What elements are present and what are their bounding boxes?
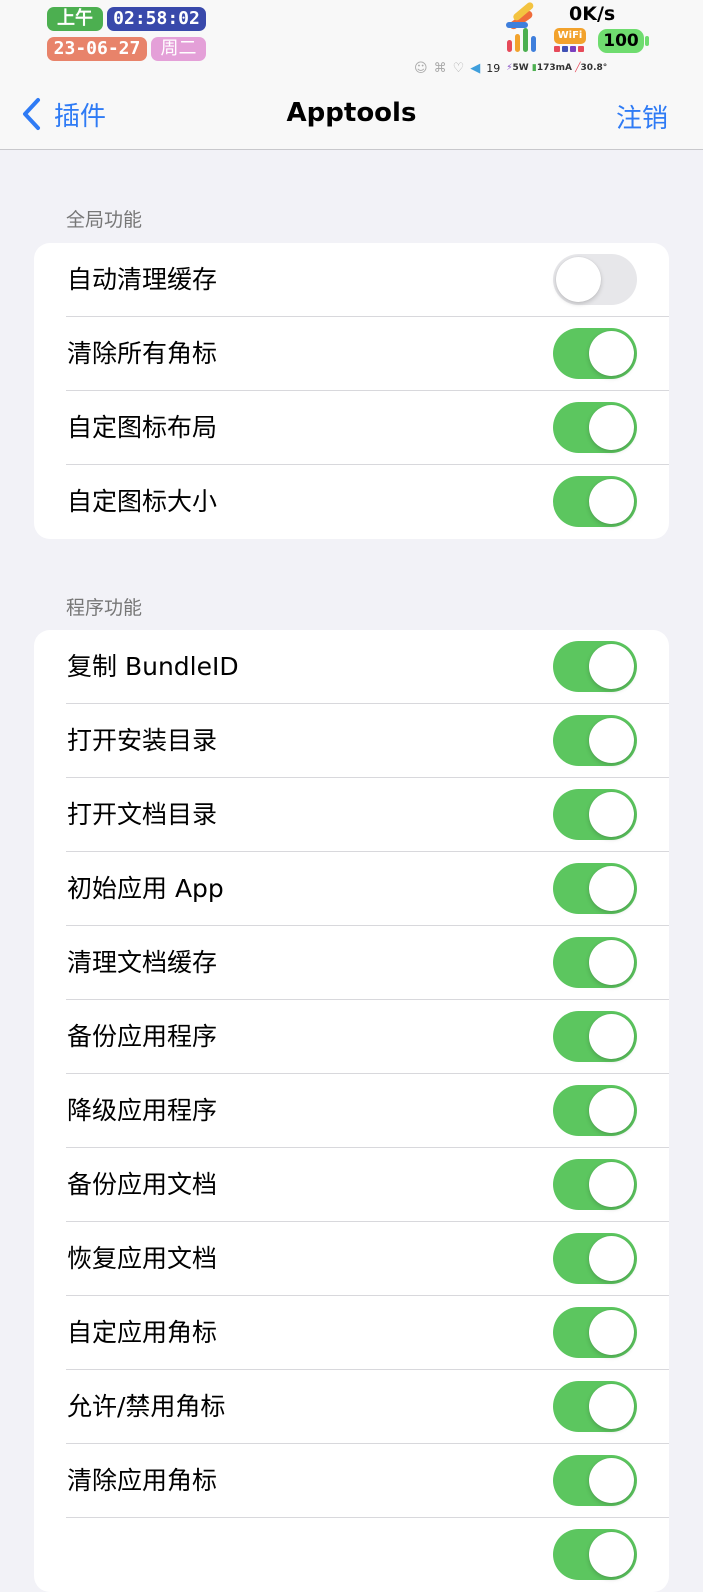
setting-row: 允许/禁用角标 (34, 1370, 669, 1444)
status-bar: 上午 02:58:02 23-06-27 周二 0K/s WiFi 100 ☺ … (0, 0, 703, 86)
setting-label: 允许/禁用角标 (67, 1392, 226, 1421)
power-meta: ⚡5W ▮173mA ╱30.8° (506, 63, 608, 73)
toggle-switch[interactable] (553, 715, 637, 766)
toggle-switch[interactable] (553, 328, 637, 379)
setting-label: 自定图标布局 (67, 413, 218, 442)
setting-row: 备份应用程序 (34, 1000, 669, 1074)
setting-row: 恢复应用文档 (34, 1222, 669, 1296)
battery-level: 100 (598, 29, 644, 53)
toggle-knob (589, 940, 634, 985)
setting-row: 清除所有角标 (34, 317, 669, 391)
wifi-icon: WiFi (554, 28, 586, 44)
toggle-knob (589, 1384, 634, 1429)
volume-level: 19 (486, 61, 501, 75)
toggle-knob (589, 644, 634, 689)
setting-row: 降级应用程序 (34, 1074, 669, 1148)
setting-label: 清理文档缓存 (67, 948, 218, 977)
toggle-knob (589, 718, 634, 763)
toggle-knob (589, 1532, 634, 1577)
toggle-knob (589, 1162, 634, 1207)
date-badge: 23-06-27 (47, 37, 147, 61)
section-header-global: 全局功能 (66, 209, 143, 231)
settings-group-global: 自动清理缓存 清除所有角标 自定图标布局 自定图标大小 (34, 243, 669, 539)
speaker-icon: ◀ (470, 60, 481, 76)
toggle-switch[interactable] (553, 476, 637, 527)
toggle-switch[interactable] (553, 1307, 637, 1358)
setting-label: 打开安装目录 (67, 726, 218, 755)
toggle-switch[interactable] (553, 1085, 637, 1136)
setting-row: 自动清理缓存 (34, 243, 669, 317)
navigation-bar: 插件 Apptools 注销 (0, 86, 703, 150)
toggle-switch[interactable] (553, 402, 637, 453)
toggle-knob (589, 792, 634, 837)
toggle-knob (589, 1236, 634, 1281)
section-header-app: 程序功能 (66, 597, 143, 619)
toggle-switch[interactable] (553, 1159, 637, 1210)
setting-label: 自动清理缓存 (67, 265, 218, 294)
toggle-knob (589, 866, 634, 911)
setting-row: 清除应用角标 (34, 1444, 669, 1518)
setting-label: 清除应用角标 (67, 1466, 218, 1495)
setting-label: 清除所有角标 (67, 339, 218, 368)
power-watts: 5W (512, 63, 529, 73)
toggle-switch[interactable] (553, 1011, 637, 1062)
crossed-icon: ⌘ (433, 60, 447, 76)
toggle-switch[interactable] (553, 937, 637, 988)
setting-row: 自定应用角标 (34, 1296, 669, 1370)
setting-label: 初始应用 App (67, 874, 224, 903)
setting-label: 自定图标大小 (67, 487, 218, 516)
setting-row: 初始应用 App (34, 852, 669, 926)
setting-row: 清理文档缓存 (34, 926, 669, 1000)
setting-label: 复制 BundleID (67, 652, 239, 681)
setting-row: 自定图标大小 (34, 465, 669, 539)
toggle-knob (556, 257, 601, 302)
toggle-switch[interactable] (553, 641, 637, 692)
setting-label: 备份应用文档 (67, 1170, 218, 1199)
toggle-switch[interactable] (553, 1529, 637, 1580)
temperature: 30.8° (580, 63, 608, 73)
toggle-knob (589, 1014, 634, 1059)
heart-icon: ♡ (452, 60, 465, 76)
cellular-dots-icon (554, 46, 584, 52)
setting-label: 自定应用角标 (67, 1318, 218, 1347)
toggle-knob (589, 479, 634, 524)
setting-row: 自定图标布局 (34, 391, 669, 465)
weekday-badge: 周二 (151, 37, 206, 61)
setting-label: 备份应用程序 (67, 1022, 218, 1051)
logout-button[interactable]: 注销 (616, 98, 668, 135)
page-title: Apptools (286, 98, 417, 128)
current-ma: 173mA (536, 63, 572, 73)
setting-row: 打开安装目录 (34, 704, 669, 778)
toggle-knob (589, 1458, 634, 1503)
signal-bars-icon (506, 2, 536, 52)
clock-badge: 02:58:02 (107, 7, 206, 31)
toggle-knob (589, 1310, 634, 1355)
setting-row: 复制 BundleID (34, 630, 669, 704)
network-speed: 0K/s (569, 3, 616, 25)
toggle-switch[interactable] (553, 1381, 637, 1432)
toggle-switch[interactable] (553, 1233, 637, 1284)
alien-icon: ☺ (414, 60, 428, 76)
toggle-knob (589, 331, 634, 376)
toggle-switch[interactable] (553, 1455, 637, 1506)
battery-icon (645, 36, 649, 46)
toggle-knob (589, 1088, 634, 1133)
setting-label: 降级应用程序 (67, 1096, 218, 1125)
setting-row: 打开文档目录 (34, 778, 669, 852)
setting-row: 备份应用文档 (34, 1148, 669, 1222)
ampm-badge: 上午 (47, 7, 103, 31)
status-indicators: ☺ ⌘ ♡ ◀ 19 ⚡5W ▮173mA ╱30.8° (414, 58, 607, 78)
toggle-switch[interactable] (553, 789, 637, 840)
setting-row (34, 1518, 669, 1592)
toggle-switch[interactable] (553, 863, 637, 914)
setting-label: 打开文档目录 (67, 800, 218, 829)
toggle-knob (589, 405, 634, 450)
setting-label: 恢复应用文档 (67, 1244, 218, 1273)
settings-group-app: 复制 BundleID 打开安装目录 打开文档目录 初始应用 App 清理文档缓… (34, 630, 669, 1592)
toggle-switch[interactable] (553, 254, 637, 305)
